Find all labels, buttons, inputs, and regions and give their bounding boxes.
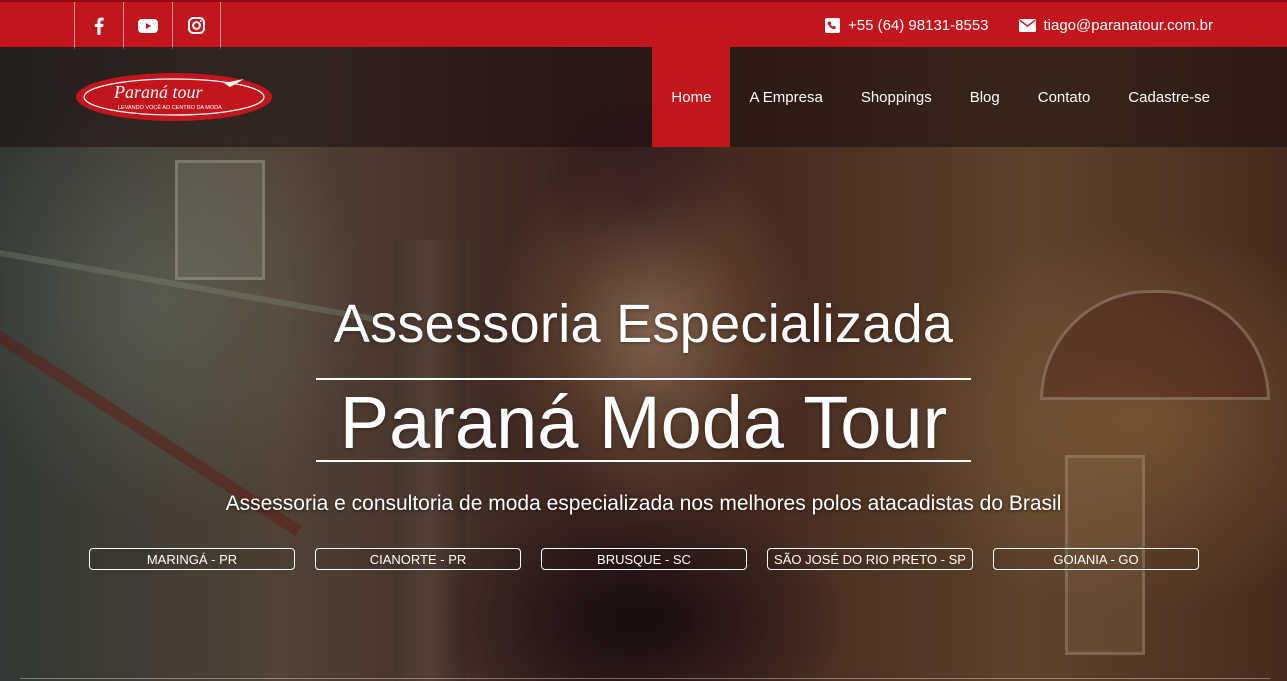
section-divider <box>20 678 1270 679</box>
facebook-icon <box>94 17 104 35</box>
instagram-icon <box>188 17 205 34</box>
city-buttons: MARINGÁ - PR CIANORTE - PR BRUSQUE - SC … <box>89 548 1199 570</box>
nav-item-blog[interactable]: Blog <box>951 47 1019 147</box>
social-links <box>74 2 221 49</box>
svg-text:LEVANDO VOCÊ AO CENTRO DA MODA: LEVANDO VOCÊ AO CENTRO DA MODA <box>118 103 222 111</box>
email-contact[interactable]: tiago@paranatour.com.br <box>1018 17 1214 34</box>
city-button-maringa[interactable]: MARINGÁ - PR <box>89 548 295 570</box>
svg-text:Paraná tour: Paraná tour <box>113 82 204 102</box>
top-bar: +55 (64) 98131-8553 tiago@paranatour.com… <box>0 0 1287 49</box>
hero-title: Assessoria Especializada <box>333 294 954 354</box>
phone-contact[interactable]: +55 (64) 98131-8553 <box>824 17 989 34</box>
nav-item-a-empresa[interactable]: A Empresa <box>730 47 841 147</box>
contact-info: +55 (64) 98131-8553 tiago@paranatour.com… <box>824 2 1214 49</box>
logo[interactable]: Paraná tour LEVANDO VOCÊ AO CENTRO DA MO… <box>74 71 274 123</box>
city-button-goiania[interactable]: GOIANIA - GO <box>993 548 1199 570</box>
phone-icon <box>824 18 840 33</box>
instagram-link[interactable] <box>172 2 221 49</box>
nav-item-shoppings[interactable]: Shoppings <box>842 47 951 147</box>
phone-number: +55 (64) 98131-8553 <box>847 17 989 34</box>
youtube-link[interactable] <box>123 2 172 49</box>
nav-menu: Home A Empresa Shoppings Blog Contato Ca… <box>652 47 1229 147</box>
envelope-icon <box>1018 19 1036 32</box>
nav-item-cadastre-se[interactable]: Cadastre-se <box>1109 47 1229 147</box>
city-button-cianorte[interactable]: CIANORTE - PR <box>315 548 521 570</box>
city-button-brusque[interactable]: BRUSQUE - SC <box>541 548 747 570</box>
city-button-sao-jose-do-rio-preto[interactable]: SÃO JOSÉ DO RIO PRETO - SP <box>767 548 973 570</box>
main-navbar: Paraná tour LEVANDO VOCÊ AO CENTRO DA MO… <box>0 47 1287 147</box>
nav-item-contato[interactable]: Contato <box>1019 47 1110 147</box>
youtube-icon <box>138 18 158 33</box>
hero-subtitle: Assessoria e consultoria de moda especia… <box>225 492 1062 515</box>
hero-divider-bottom <box>316 460 971 462</box>
facebook-link[interactable] <box>74 2 123 49</box>
nav-item-home[interactable]: Home <box>652 47 731 147</box>
email-address: tiago@paranatour.com.br <box>1043 17 1214 34</box>
hero-brand-title: Paraná Moda Tour <box>339 381 948 464</box>
